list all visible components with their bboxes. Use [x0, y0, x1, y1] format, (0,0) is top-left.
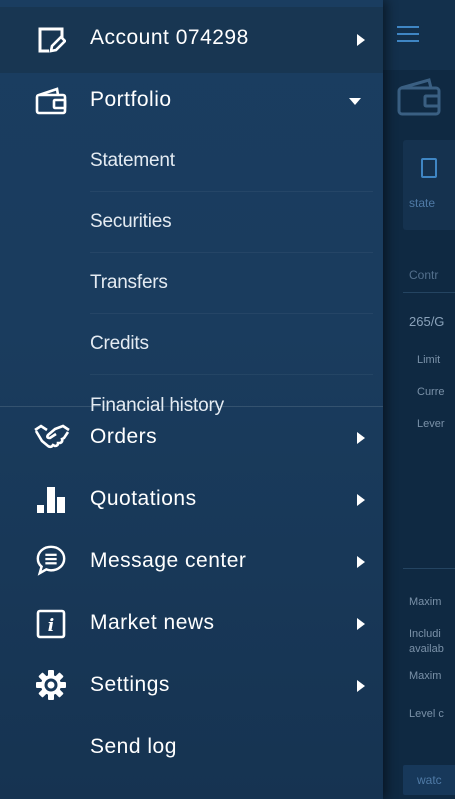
account-label: Account 074298 — [90, 26, 249, 49]
securities-label: Securities — [90, 211, 172, 232]
chevron-right-icon — [357, 432, 365, 444]
chevron-right-icon — [357, 556, 365, 568]
wallet-icon — [35, 85, 67, 117]
contract-header: Contr — [409, 268, 439, 282]
statement-tab-label: state — [409, 196, 436, 210]
info-icon: i — [35, 608, 67, 640]
submenu-item-transfers[interactable]: Transfers — [0, 252, 383, 314]
current-label: Curre — [417, 386, 445, 398]
portfolio-wallet-icon — [397, 78, 441, 116]
submenu-item-securities[interactable]: Securities — [0, 191, 383, 253]
menu-item-orders[interactable]: Orders — [0, 407, 383, 469]
app-topbar — [383, 0, 455, 70]
contract-number: 265/G — [409, 314, 445, 329]
submenu-item-credits[interactable]: Credits — [0, 313, 383, 375]
menu-item-market-news[interactable]: i Market news — [0, 593, 383, 655]
bar-chart-icon — [35, 483, 67, 515]
statement-icon — [421, 158, 437, 178]
divider — [403, 292, 455, 293]
navigation-drawer: Account 074298 Portfolio Statement Secur… — [0, 0, 383, 799]
gear-icon — [35, 669, 67, 701]
menu-item-message-center[interactable]: Message center — [0, 531, 383, 593]
send-log-label: Send log — [90, 735, 177, 758]
chevron-right-icon — [357, 680, 365, 692]
watchlist-button-label: watc — [417, 773, 442, 787]
menu-item-portfolio[interactable]: Portfolio — [0, 70, 383, 132]
limit-label: Limit — [417, 354, 441, 366]
chevron-down-icon — [349, 98, 361, 105]
chevron-right-icon — [357, 618, 365, 630]
level-label: Level c — [409, 708, 444, 720]
portfolio-label: Portfolio — [90, 88, 172, 111]
statement-label: Statement — [90, 150, 175, 171]
account-edit-icon — [35, 24, 67, 56]
hamburger-menu-icon[interactable] — [397, 26, 419, 42]
transfers-label: Transfers — [90, 272, 168, 293]
chevron-right-icon — [357, 494, 365, 506]
background-app: state Contr 265/G Limit Curre Lever Maxi… — [383, 0, 455, 799]
including-label: Includi — [409, 628, 441, 640]
message-center-label: Message center — [90, 549, 247, 572]
maximum-label-2: Maxim — [409, 670, 442, 682]
menu-item-account[interactable]: Account 074298 — [0, 7, 383, 73]
svg-text:i: i — [48, 616, 54, 636]
maximum-label: Maxim — [409, 596, 442, 608]
menu-item-settings[interactable]: Settings — [0, 655, 383, 717]
menu-item-quotations[interactable]: Quotations — [0, 469, 383, 531]
market-news-label: Market news — [90, 611, 215, 634]
credits-label: Credits — [90, 333, 149, 354]
leverage-label: Lever — [417, 418, 445, 430]
menu-item-send-log[interactable]: Send log — [0, 717, 383, 779]
available-label: availab — [409, 643, 444, 655]
statement-card[interactable] — [403, 140, 455, 230]
quotations-label: Quotations — [90, 487, 197, 510]
divider — [403, 568, 455, 569]
submenu-item-statement[interactable]: Statement — [0, 130, 383, 192]
message-icon — [35, 544, 67, 576]
settings-label: Settings — [90, 673, 170, 696]
chevron-right-icon — [357, 34, 365, 46]
orders-label: Orders — [90, 425, 158, 448]
handshake-icon — [32, 421, 72, 453]
